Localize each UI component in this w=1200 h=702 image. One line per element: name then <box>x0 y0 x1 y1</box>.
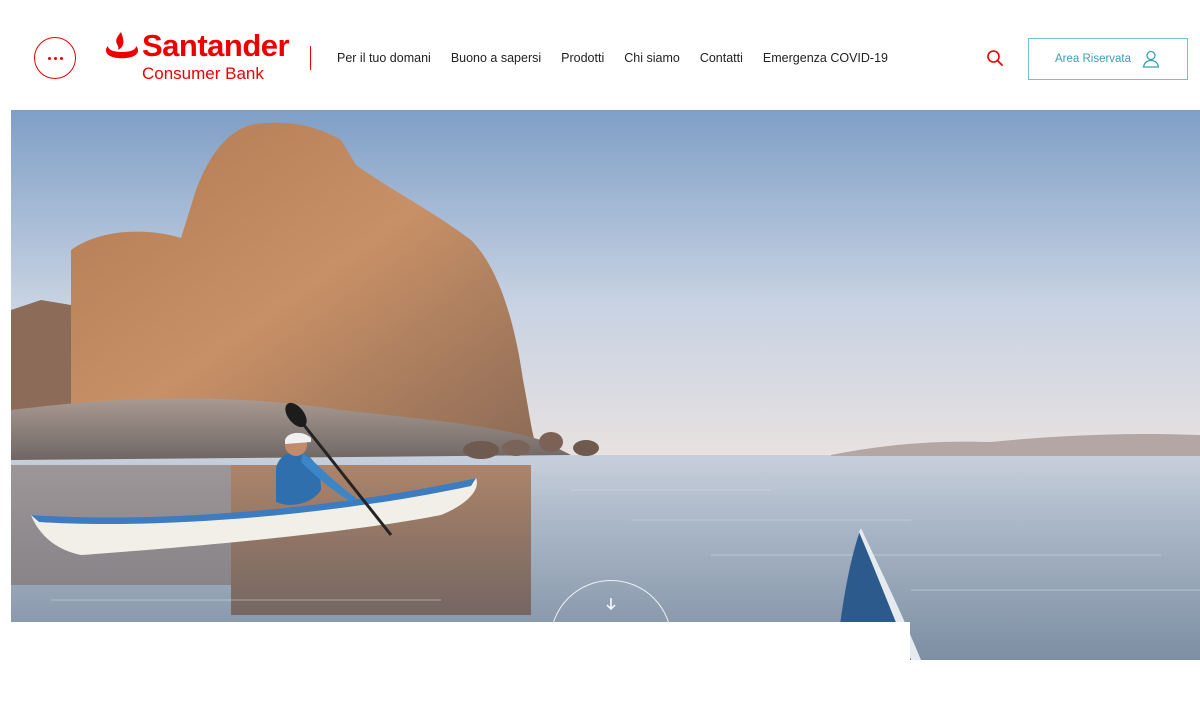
nav-item-emergenza-covid[interactable]: Emergenza COVID-19 <box>763 50 888 66</box>
arrow-down-icon[interactable] <box>605 597 617 611</box>
site-header: Santander Consumer Bank Per il tuo doman… <box>0 0 1200 110</box>
santander-flame-icon <box>105 32 139 59</box>
area-riservata-button[interactable]: Area Riservata <box>1028 38 1188 80</box>
hero-image <box>11 110 1200 660</box>
nav-item-buono-a-sapersi[interactable]: Buono a sapersi <box>451 50 541 66</box>
nav-item-per-il-tuo-domani[interactable]: Per il tuo domani <box>337 50 431 66</box>
more-menu-button[interactable] <box>34 37 76 79</box>
search-icon[interactable] <box>986 49 1004 67</box>
logo-brand-name: Santander <box>142 28 290 63</box>
content-panel <box>11 622 910 660</box>
user-icon <box>1142 50 1160 68</box>
hero-kayak-scene <box>11 110 1200 660</box>
santander-logo[interactable]: Santander Consumer Bank <box>104 28 294 90</box>
main-nav: Per il tuo domani Buono a sapersi Prodot… <box>337 50 908 66</box>
nav-item-prodotti[interactable]: Prodotti <box>561 50 604 66</box>
header-divider <box>310 46 311 70</box>
logo-subtitle: Consumer Bank <box>142 64 264 83</box>
nav-item-chi-siamo[interactable]: Chi siamo <box>624 50 680 66</box>
nav-item-contatti[interactable]: Contatti <box>700 50 743 66</box>
area-riservata-label: Area Riservata <box>1054 53 1132 65</box>
more-dots-icon <box>47 56 63 60</box>
